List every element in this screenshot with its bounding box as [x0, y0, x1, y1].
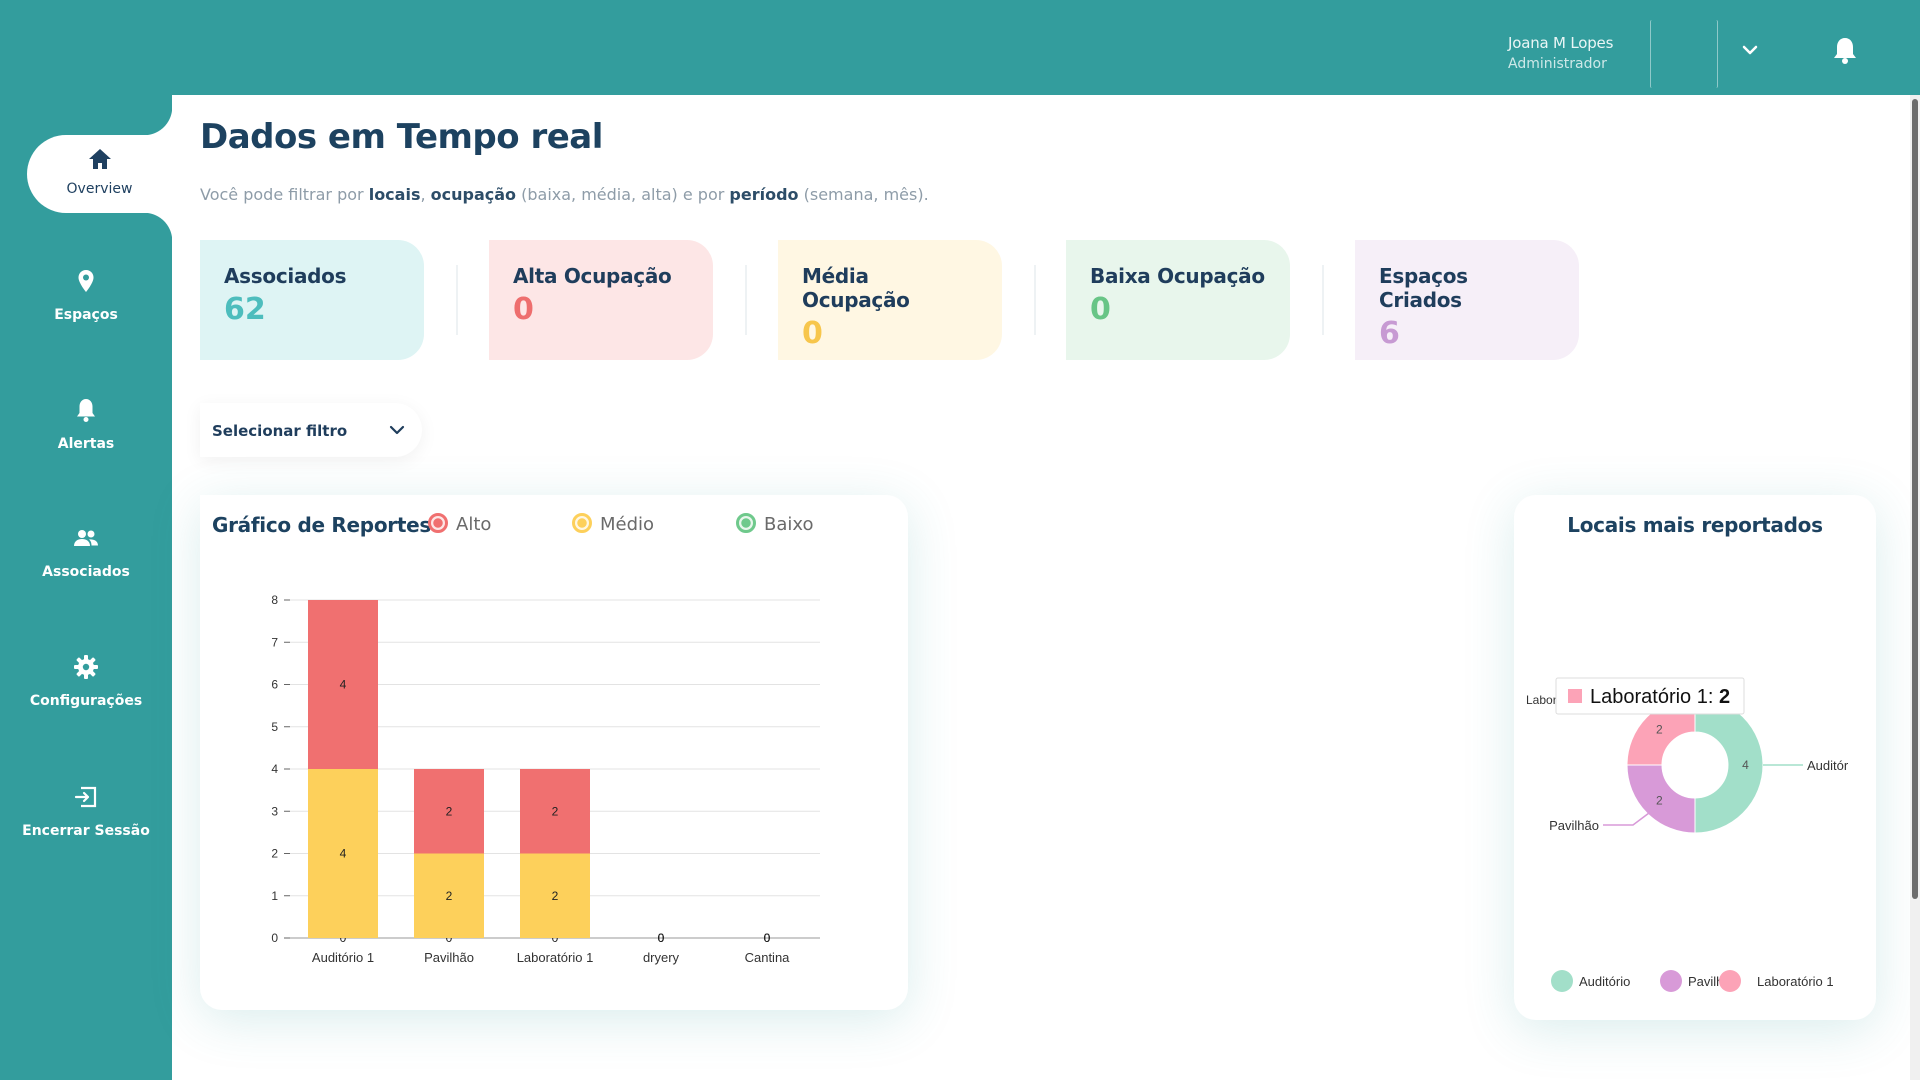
sidebar: Overview Espaços Alertas Associados Conf… [0, 95, 172, 1080]
bar-value-label: 0 [764, 931, 771, 945]
y-tick-label: 4 [271, 762, 278, 776]
sidebar-item-label: Alertas [57, 436, 115, 452]
sidebar-item-label: Encerrar Sessão [22, 823, 150, 839]
card-baixa-ocupacao[interactable]: Baixa Ocupação 0 [1066, 240, 1290, 360]
legend-dot [1551, 970, 1573, 992]
scrollbar[interactable] [1910, 95, 1920, 1080]
bar-chart-panel: Gráfico de Reportes Alto Médio Baixo 012… [200, 495, 908, 1010]
y-tick-label: 3 [271, 804, 278, 818]
card-value: 6 [1379, 316, 1400, 351]
scrollbar-thumb[interactable] [1912, 99, 1918, 899]
donut-chart: 422AuditórPavilhãoLaborat Laboratório 1: … [1526, 677, 1849, 992]
y-tick-label: 6 [271, 678, 278, 692]
y-tick-label: 0 [271, 931, 278, 945]
y-tick-label: 2 [271, 847, 278, 861]
card-value: 62 [224, 292, 266, 327]
card-associados[interactable]: Associados 62 [200, 240, 424, 360]
card-label: Alta Ocupação [513, 264, 672, 288]
tooltip-text: Laboratório 1: 2 [1590, 686, 1730, 708]
user-info[interactable]: Joana M Lopes Administrador [1508, 34, 1613, 72]
gear-icon [72, 653, 100, 681]
legend-label: Laboratório 1 [1757, 974, 1834, 989]
sidebar-item-alertas[interactable]: Alertas [0, 396, 172, 496]
y-tick-label: 7 [271, 635, 278, 649]
card-media-ocupacao[interactable]: Média Ocupação 0 [778, 240, 1002, 360]
sidebar-item-label: Overview [66, 181, 133, 197]
slice-value-label: 2 [1656, 794, 1663, 808]
user-name: Joana M Lopes [1508, 34, 1614, 52]
bar-value-label: 2 [446, 804, 453, 818]
y-tick-label: 5 [271, 720, 278, 734]
tooltip-swatch [1568, 689, 1582, 703]
x-tick-label: Laboratório 1 [517, 950, 594, 965]
legend-dot [1660, 970, 1682, 992]
bar-value-label: 2 [552, 804, 559, 818]
bar-value-label: 4 [340, 847, 347, 861]
slice-callout-label: Pavilhão [1549, 818, 1599, 833]
card-divider [1034, 265, 1036, 335]
card-divider [1322, 265, 1324, 335]
pie-slice [1694, 696, 1764, 834]
slice-value-label: 2 [1656, 722, 1663, 736]
x-tick-label: Pavilhão [424, 950, 474, 965]
slice-callout-label: Auditór [1807, 758, 1849, 773]
card-espacos-criados[interactable]: Espaços Criados 6 [1355, 240, 1579, 360]
bar-value-label: 2 [552, 889, 559, 903]
legend-label: Auditório [1579, 974, 1630, 989]
card-label: Espaços Criados [1379, 264, 1468, 312]
sidebar-item-label: Espaços [54, 307, 118, 323]
map-pin-icon [72, 267, 100, 295]
home-icon [86, 145, 114, 173]
filter-label: Selecionar filtro [212, 422, 348, 440]
sidebar-item-espacos[interactable]: Espaços [0, 267, 172, 367]
slice-value-label: 4 [1742, 758, 1749, 772]
bar-value-label: 0 [658, 931, 665, 945]
card-alta-ocupacao[interactable]: Alta Ocupação 0 [489, 240, 713, 360]
user-role: Administrador [1508, 56, 1607, 72]
top-bar: Joana M Lopes Administrador [0, 0, 1920, 95]
x-tick-label: dryery [643, 950, 680, 965]
main-content: Dados em Tempo real Você pode filtrar po… [172, 95, 1910, 1080]
bar-chart: 012345678044Auditório 1022Pavilhão022Lab… [271, 593, 820, 965]
sidebar-item-configuracoes[interactable]: Configurações [0, 653, 172, 753]
card-divider [745, 265, 747, 335]
card-label: Baixa Ocupação [1090, 264, 1265, 288]
card-value: 0 [1090, 292, 1111, 327]
x-tick-label: Cantina [745, 950, 791, 965]
filter-select[interactable]: Selecionar filtro [200, 403, 422, 457]
chevron-down-icon [388, 421, 406, 439]
y-tick-label: 1 [271, 889, 278, 903]
donut-chart-panel: Locais mais reportados 4 2 2 Auditór Pavilhã… [1514, 495, 1876, 1020]
bar-value-label: 2 [446, 889, 453, 903]
bell-icon[interactable] [1832, 36, 1858, 64]
tooltip-value: 2 [1719, 686, 1730, 708]
sidebar-item-overview[interactable]: Overview [27, 107, 172, 241]
legend-dot [1719, 970, 1741, 992]
logout-icon [72, 783, 100, 811]
users-icon [72, 524, 100, 552]
x-tick-label: Auditório 1 [312, 950, 374, 965]
bell-icon [72, 396, 100, 424]
bar-value-label: 4 [340, 678, 347, 692]
card-divider [456, 265, 458, 335]
sidebar-item-label: Configurações [29, 693, 143, 709]
chevron-down-icon[interactable] [1740, 40, 1760, 60]
sidebar-item-label: Associados [42, 564, 130, 580]
card-label: Associados [224, 264, 347, 288]
card-value: 0 [513, 292, 534, 327]
avatar[interactable] [1650, 20, 1718, 88]
sidebar-item-encerrar-sessao[interactable]: Encerrar Sessão [0, 783, 172, 883]
page-subtitle: Você pode filtrar por locais, ocupação (… [200, 185, 929, 204]
card-value: 0 [802, 316, 823, 351]
card-label: Média Ocupação [802, 264, 910, 312]
page-title: Dados em Tempo real [200, 117, 603, 157]
sidebar-item-associados[interactable]: Associados [0, 524, 172, 624]
y-tick-label: 8 [271, 593, 278, 607]
